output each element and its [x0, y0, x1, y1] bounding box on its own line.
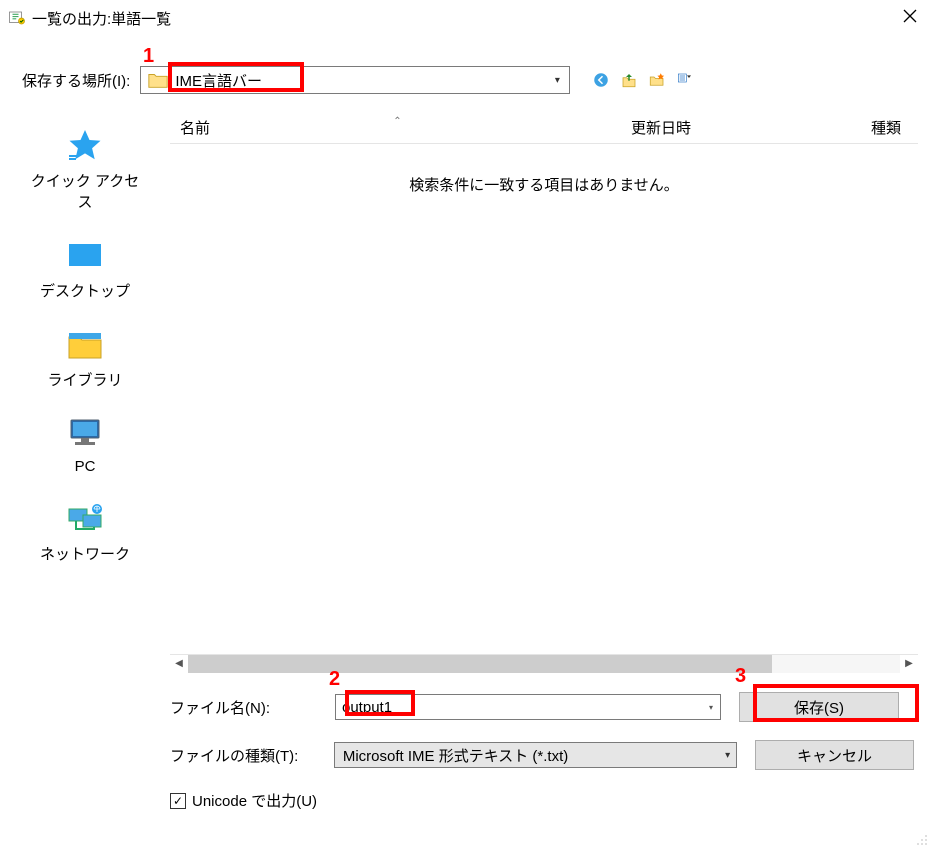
place-libraries[interactable]: ライブラリ [25, 327, 145, 390]
folder-icon [147, 69, 169, 91]
no-items-message: 検索条件に一致する項目はありません。 [170, 174, 918, 195]
filetype-row: ファイルの種類(T): Microsoft IME 形式テキスト (*.txt)… [170, 738, 914, 772]
save-in-row: 保存する場所(I): IME言語バー ▾ [0, 60, 932, 100]
column-type-label: 種類 [871, 120, 901, 137]
place-label: ライブラリ [47, 369, 122, 390]
up-icon[interactable] [618, 69, 640, 91]
bottom-form: ファイル名(N): ▾ 保存(S) ファイルの種類(T): Microsoft … [0, 672, 932, 772]
horizontal-scrollbar[interactable]: ◀ ▶ [170, 654, 918, 672]
close-button[interactable] [898, 4, 922, 28]
nav-toolbar [590, 69, 696, 91]
current-folder-name: IME言語バー [175, 70, 545, 91]
places-bar: クイック アクセス デスクトップ ライブラリ [0, 112, 170, 672]
views-icon[interactable] [674, 69, 696, 91]
save-in-folder-select[interactable]: IME言語バー ▾ [140, 66, 570, 94]
save-button[interactable]: 保存(S) [739, 692, 899, 722]
cancel-button[interactable]: キャンセル [755, 740, 914, 770]
sort-caret-icon: ⌃ [393, 116, 401, 127]
column-date-label: 更新日時 [631, 120, 691, 137]
filename-label: ファイル名(N): [170, 697, 335, 718]
new-folder-icon[interactable] [646, 69, 668, 91]
filename-row: ファイル名(N): ▾ 保存(S) [170, 690, 914, 724]
main-area: クイック アクセス デスクトップ ライブラリ [0, 112, 932, 672]
desktop-icon [65, 238, 105, 274]
back-icon[interactable] [590, 69, 612, 91]
column-name-label: 名前 [180, 120, 210, 137]
place-label: PC [75, 458, 96, 475]
place-desktop[interactable]: デスクトップ [25, 238, 145, 301]
pc-icon [65, 416, 105, 452]
libraries-icon [65, 327, 105, 363]
place-label: デスクトップ [40, 280, 130, 301]
list-body: 検索条件に一致する項目はありません。 [170, 144, 918, 654]
column-type[interactable]: 種類 [865, 117, 918, 138]
column-date[interactable]: 更新日時 [625, 117, 865, 138]
scroll-thumb[interactable] [188, 655, 772, 673]
filetype-select[interactable]: Microsoft IME 形式テキスト (*.txt) ▾ [334, 742, 737, 768]
close-icon [902, 8, 918, 24]
unicode-checkbox[interactable]: ✓ [170, 793, 186, 809]
file-list: 名前 ⌃ 更新日時 種類 検索条件に一致する項目はありません。 ◀ ▶ [170, 112, 918, 672]
place-quick-access[interactable]: クイック アクセス [25, 128, 145, 212]
place-label: ネットワーク [40, 543, 130, 564]
place-pc[interactable]: PC [25, 416, 145, 475]
place-label: クイック アクセス [25, 170, 145, 212]
cancel-button-label: キャンセル [797, 745, 872, 766]
filetype-label: ファイルの種類(T): [170, 745, 334, 766]
unicode-row: ✓ Unicode で出力(U) [0, 790, 932, 811]
column-name[interactable]: 名前 ⌃ [170, 117, 625, 138]
scroll-track[interactable] [188, 655, 900, 673]
chevron-down-icon[interactable]: ▾ [545, 75, 569, 86]
save-in-label: 保存する場所(I): [22, 70, 130, 91]
scroll-right-icon[interactable]: ▶ [900, 655, 918, 673]
list-header: 名前 ⌃ 更新日時 種類 [170, 112, 918, 144]
app-icon [8, 9, 26, 27]
save-button-label: 保存(S) [794, 697, 844, 718]
unicode-label: Unicode で出力(U) [192, 790, 317, 811]
network-icon [65, 501, 105, 537]
chevron-down-icon: ▾ [725, 750, 730, 761]
filetype-value: Microsoft IME 形式テキスト (*.txt) [343, 745, 568, 766]
resize-grip[interactable] [914, 832, 928, 846]
place-network[interactable]: ネットワーク [25, 501, 145, 564]
title-bar: 一覧の出力:単語一覧 [0, 0, 932, 36]
filename-input[interactable] [335, 694, 721, 720]
quick-access-icon [65, 128, 105, 164]
scroll-left-icon[interactable]: ◀ [170, 655, 188, 673]
window-title: 一覧の出力:単語一覧 [32, 8, 171, 29]
